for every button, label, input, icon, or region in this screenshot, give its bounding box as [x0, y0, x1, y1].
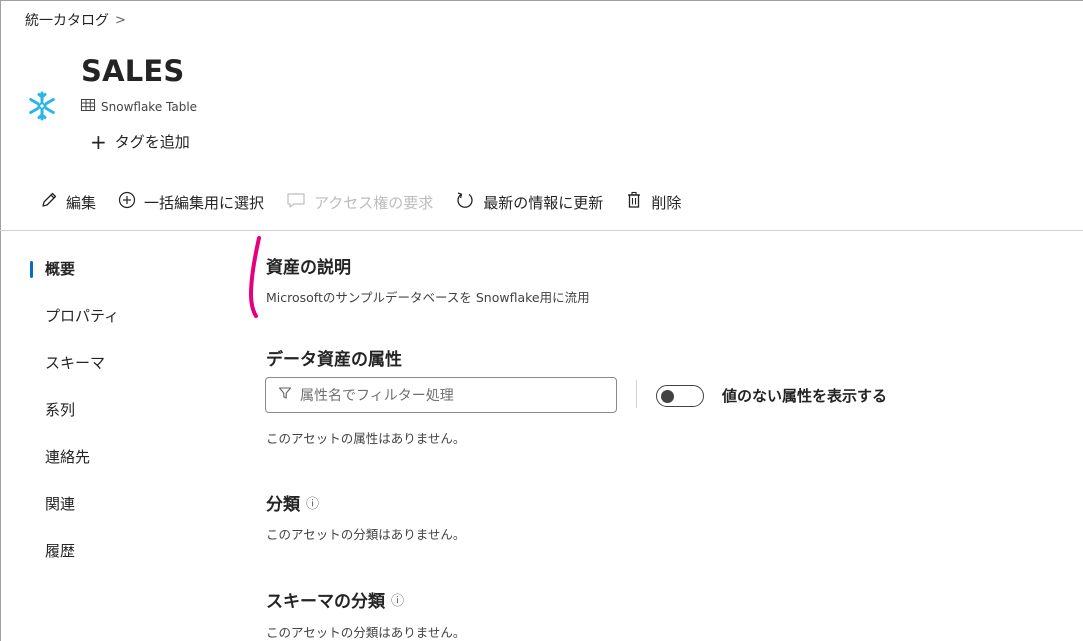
request-access-label: アクセス権の要求 [314, 193, 434, 212]
info-icon[interactable]: ⓘ [306, 493, 319, 512]
nav-item-lineage[interactable]: 系列 [30, 397, 210, 444]
nav-item-label: 概要 [45, 260, 76, 278]
nav-item-label: スキーマ [45, 354, 106, 372]
classification-title: 分類 [266, 495, 300, 515]
filter-icon [278, 386, 292, 404]
schema-classification-heading: スキーマの分類 ⓘ [266, 587, 404, 612]
asset-type: Snowflake Table [81, 99, 197, 114]
nav-item-overview[interactable]: 概要 [30, 256, 210, 303]
edit-label: 編集 [66, 193, 97, 212]
request-access-button[interactable]: アクセス権の要求 [286, 191, 433, 213]
classification-heading: 分類 ⓘ [266, 490, 319, 515]
nav-item-label: 関連 [45, 495, 76, 513]
refresh-button[interactable]: 最新の情報に更新 [455, 190, 603, 214]
bulk-select-button[interactable]: 一括編集用に選択 [118, 191, 264, 213]
nav-item-contacts[interactable]: 連絡先 [30, 444, 210, 491]
nav-item-history[interactable]: 履歴 [30, 538, 210, 585]
nav-item-schema[interactable]: スキーマ [30, 350, 210, 397]
page-title: SALES [81, 54, 185, 88]
toggle-knob [661, 389, 674, 403]
annotation-mark [248, 236, 261, 318]
classification-empty-text: このアセットの分類はありません。 [266, 527, 466, 542]
trash-icon [625, 191, 643, 213]
delete-label: 削除 [651, 193, 682, 212]
nav-item-label: 履歴 [45, 542, 76, 560]
toolbar: 編集 一括編集用に選択 アクセス権の要求 最新の情報に更新 削除 [40, 189, 703, 215]
attribute-filter-input[interactable]: 属性名でフィルター処理 [265, 377, 617, 413]
asset-type-label: Snowflake Table [101, 99, 198, 114]
description-title: 資産の説明 [266, 258, 351, 278]
active-indicator [30, 261, 33, 278]
toggle-label: 値のない属性を表示する [722, 387, 888, 405]
show-empty-attributes-toggle[interactable] [656, 385, 704, 407]
breadcrumb-root[interactable]: 統一カタログ [25, 10, 109, 30]
toolbar-divider [0, 230, 1083, 231]
add-tag-button[interactable]: + タグを追加 [90, 131, 190, 152]
schema-classification-title: スキーマの分類 [266, 592, 385, 612]
bulk-select-label: 一括編集用に選択 [144, 193, 265, 212]
plus-icon: + [90, 129, 107, 154]
attributes-title: データ資産の属性 [266, 350, 402, 370]
side-nav: 概要 プロパティ スキーマ 系列 連絡先 関連 履歴 [30, 256, 210, 585]
filter-placeholder: 属性名でフィルター処理 [300, 388, 454, 404]
nav-item-label: プロパティ [45, 307, 120, 325]
nav-item-properties[interactable]: プロパティ [30, 303, 210, 350]
chat-icon [286, 191, 306, 213]
refresh-label: 最新の情報に更新 [483, 193, 604, 212]
info-icon[interactable]: ⓘ [391, 590, 404, 609]
attributes-empty-text: このアセットの属性はありません。 [266, 431, 466, 446]
pencil-icon [40, 191, 58, 213]
nav-item-label: 連絡先 [45, 448, 91, 466]
snowflake-icon [27, 91, 57, 121]
window-border-left [0, 0, 1, 641]
chevron-right-icon: > [115, 12, 126, 28]
table-icon [81, 99, 95, 114]
nav-item-label: 系列 [45, 401, 76, 419]
description-text: Microsoftのサンプルデータベースを Snowflake用に流用 [266, 290, 590, 305]
refresh-icon [455, 190, 475, 214]
delete-button[interactable]: 削除 [625, 191, 681, 213]
add-tag-label: タグを追加 [114, 133, 190, 151]
window-border-top [0, 0, 1083, 1]
filter-divider [636, 380, 637, 408]
edit-button[interactable]: 編集 [40, 191, 96, 213]
schema-classification-empty-text: このアセットの分類はありません。 [266, 625, 466, 640]
add-circle-icon [118, 191, 136, 213]
nav-item-related[interactable]: 関連 [30, 491, 210, 538]
breadcrumb: 統一カタログ > [25, 10, 126, 30]
